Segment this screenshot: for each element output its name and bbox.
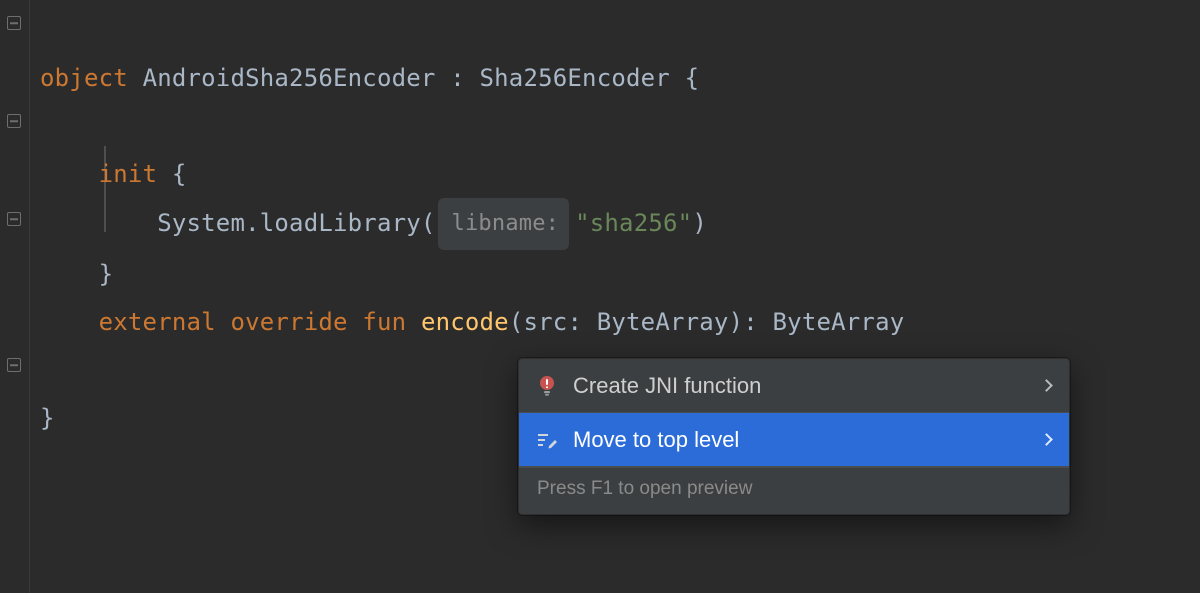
fold-marker-icon[interactable] — [7, 16, 21, 30]
call-expression: System.loadLibrary( — [157, 209, 435, 237]
brace-open: { — [157, 160, 186, 188]
code-editor[interactable]: object AndroidSha256Encoder : Sha256Enco… — [0, 0, 1200, 593]
keyword-external: external — [99, 308, 216, 336]
fold-marker-icon[interactable] — [7, 212, 21, 226]
brace-close: } — [99, 260, 114, 288]
intention-item-move-top-level[interactable]: Move to top level — [519, 413, 1069, 467]
function-name: encode — [421, 308, 509, 336]
edit-icon — [535, 428, 559, 452]
intention-item-label: Create JNI function — [573, 373, 1028, 399]
punct-colon: : — [436, 64, 480, 92]
function-signature: (src: ByteArray): ByteArray — [509, 308, 905, 336]
intention-actions-popup[interactable]: Create JNI function Move to top level Pr… — [518, 358, 1070, 515]
keyword-fun: fun — [362, 308, 406, 336]
keyword-override: override — [230, 308, 347, 336]
brace-open: { — [670, 64, 699, 92]
keyword-init: init — [99, 160, 158, 188]
bulb-error-icon — [535, 374, 559, 398]
chevron-right-icon — [1040, 379, 1053, 392]
editor-gutter — [0, 0, 30, 593]
fold-marker-icon[interactable] — [7, 358, 21, 372]
brace-close: } — [40, 404, 55, 432]
chevron-right-icon — [1040, 433, 1053, 446]
keyword-object: object — [40, 64, 128, 92]
supertype-name: Sha256Encoder — [480, 64, 670, 92]
fold-marker-icon[interactable] — [7, 114, 21, 128]
intention-item-label: Move to top level — [573, 427, 1028, 453]
popup-hint-footer: Press F1 to open preview — [519, 467, 1069, 514]
string-literal: "sha256" — [575, 209, 692, 237]
class-name: AndroidSha256Encoder — [143, 64, 436, 92]
intention-item-create-jni[interactable]: Create JNI function — [519, 359, 1069, 413]
paren-close: ) — [692, 209, 707, 237]
parameter-hint: libname: — [438, 198, 570, 250]
